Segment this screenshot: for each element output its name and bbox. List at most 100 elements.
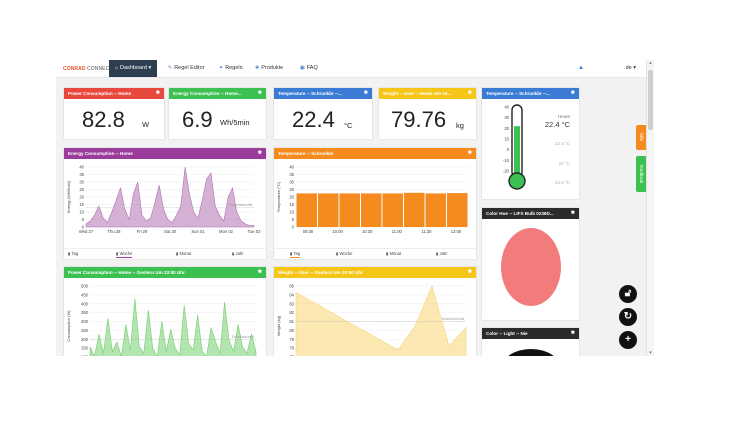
y-tick-label: 35 (289, 172, 294, 177)
y-tick-label: 200 (81, 337, 89, 342)
color-hue-swatch[interactable] (501, 228, 561, 306)
y-tick-label: 30 (79, 180, 84, 185)
energy-unit: Wh/5min (220, 118, 250, 127)
bar (318, 193, 339, 227)
tab-woche[interactable]: ▮ Woche (116, 251, 133, 258)
bar (404, 192, 425, 227)
tab-woche[interactable]: ▮ Woche (336, 251, 352, 256)
tab-jahr[interactable]: ▮ Jahr (232, 251, 244, 256)
gear-icon[interactable]: ✱ (468, 88, 472, 99)
thermo-scale-label: 20 (504, 126, 509, 131)
thermo-entry: 22.4 °C (554, 141, 570, 146)
y-tick-label: 81 (289, 319, 294, 324)
temperature-value: 22.4 (292, 107, 335, 132)
x-tick-label: Wed 27 (79, 229, 94, 234)
weight-tile: Weight -- User -- Heute Um 10... ✱ 79.76… (379, 88, 476, 139)
tab-monat[interactable]: ▮ Monat (386, 251, 401, 256)
gear-icon[interactable]: ✱ (468, 148, 472, 159)
gear-icon[interactable]: ✱ (258, 148, 262, 159)
y-tick-label: 150 (81, 346, 89, 351)
gear-icon[interactable]: ✱ (468, 267, 472, 278)
language-select[interactable]: .de ▾ (624, 65, 636, 71)
page-scrollbar[interactable]: ▴ ▾ (646, 60, 654, 356)
y-tick-label: 15 (289, 202, 294, 207)
thermo-heute-value: 22.4 °C (544, 120, 570, 129)
hilfe-tab[interactable]: hilfe (636, 125, 646, 150)
y-tick-label: 400 (81, 301, 89, 306)
scroll-up-icon[interactable]: ▴ (647, 60, 654, 66)
nav-regel-editor[interactable]: ✎ Regel Editor (168, 60, 204, 77)
y-tick-label: 5 (82, 217, 85, 222)
color-light-header: Color -- Light -- Nie ✱ (482, 328, 579, 339)
gear-icon[interactable]: ✱ (258, 88, 262, 99)
nav-regeln[interactable]: ✦ Regeln (219, 60, 243, 77)
power-unit: W (142, 120, 150, 129)
color-light-swatch[interactable] (501, 349, 561, 356)
series-area (89, 298, 257, 356)
temperature-tile: Temperature -- Schrankbr --... ✱ 22.4 °C (274, 88, 372, 139)
x-tick-label: Tue 03 (248, 229, 262, 234)
thermometer-header: Temperature -- Schrankbr --... ✱ (482, 88, 579, 99)
tab-jahr[interactable]: ▮ Jahr (436, 251, 448, 256)
x-tick-label: 11:30 (421, 229, 432, 234)
y-tick-label: 20 (289, 195, 294, 200)
unlock-button[interactable]: 🔓︎ (619, 285, 637, 303)
bar (425, 193, 446, 227)
thermo-scale-label: 10 (504, 137, 509, 142)
gear-icon[interactable]: ✱ (156, 88, 160, 99)
puzzle-icon: ✚ (255, 65, 260, 71)
tab-tag[interactable]: ▮ Tag (290, 251, 301, 258)
gear-icon[interactable]: ✱ (571, 208, 575, 219)
y-tick-label: 85 (289, 284, 294, 289)
energy-range-tabs: ▮ Tag ▮ Woche ▮ Monat ▮ Jahr (64, 248, 266, 259)
temperature-chart-card: Temperature -- Schrankbr ✱ 40 35 30 25 20 15 1… (274, 148, 476, 259)
energy-value: 6.9 (182, 107, 213, 132)
y-tick-label: 30 (289, 180, 294, 185)
energy-chart-card: Energy Consumption -- Home ✱ 40 35 30 25 20 1… (64, 148, 266, 259)
weight-chart: 85848382818079787776Weight (kg) Durchschn… (276, 284, 467, 356)
energy-chart-header: Energy Consumption -- Home ✱ (64, 148, 266, 159)
top-nav: CONRAD CONNECT ⌂ Dashboard ▾ ✎ Regel Edito… (56, 60, 654, 78)
thermo-entry: 22 °C (558, 161, 570, 166)
y-tick-label: 250 (81, 328, 89, 333)
thermo-scale-label: 30 (504, 115, 509, 120)
gear-icon[interactable]: ✱ (364, 88, 368, 99)
add-widget-button[interactable]: + (619, 331, 637, 349)
gear-icon[interactable]: ✱ (258, 267, 262, 278)
tab-monat[interactable]: ▮ Monat (176, 251, 191, 256)
series-area (295, 285, 467, 356)
bar (447, 193, 468, 227)
thermo-scale-label: -10 (503, 158, 510, 163)
power-chart-card: Power Consumption -- Home -- Gestern Um … (64, 267, 266, 356)
x-tick-label: Fri 29 (137, 229, 148, 234)
unlock-icon: 🔓︎ (624, 288, 632, 299)
x-tick-label: Sun 01 (191, 229, 205, 234)
color-light-card: Color -- Light -- Nie ✱ (482, 328, 579, 356)
energy-tile: Energy Consumption -- Home... ✱ 6.9 Wh/5… (169, 88, 266, 139)
user-icon[interactable]: ▲ (578, 65, 584, 71)
x-tick-label: 10:00 (332, 229, 343, 234)
nav-faq[interactable]: ▣ FAQ (300, 60, 318, 77)
tab-tag[interactable]: ▮ Tag (68, 251, 78, 256)
y-tick-label: 10 (79, 210, 84, 215)
thermo-bulb (508, 172, 526, 190)
y-tick-label: 78 (289, 346, 294, 351)
nav-produkte[interactable]: ✚ Produkte (255, 60, 283, 77)
app-window: CONRAD CONNECT ⌂ Dashboard ▾ ✎ Regel Edito… (56, 60, 654, 356)
temperature-unit: °C (344, 121, 353, 130)
bar (382, 193, 403, 227)
y-axis-label: Energy (Wh/5min) (66, 180, 71, 213)
y-axis-label: Temperature (°C) (276, 181, 281, 212)
refresh-button[interactable]: ↻ (619, 308, 637, 326)
brand-logo[interactable]: CONRAD CONNECT (63, 66, 112, 72)
power-value: 82.8 (82, 107, 125, 132)
color-hue-card: Color Hue -- LIFX Bulb 0236D... ✱ (482, 208, 579, 320)
scroll-down-icon[interactable]: ▾ (647, 350, 654, 356)
gear-icon[interactable]: ✱ (571, 88, 575, 99)
y-tick-label: 350 (81, 310, 89, 315)
nav-dashboard[interactable]: ⌂ Dashboard ▾ (109, 60, 158, 77)
gear-icon[interactable]: ✱ (571, 328, 575, 339)
feedback-tab[interactable]: feedback (636, 156, 646, 192)
weight-value: 79.76 (391, 107, 447, 132)
scroll-thumb[interactable] (648, 70, 653, 130)
